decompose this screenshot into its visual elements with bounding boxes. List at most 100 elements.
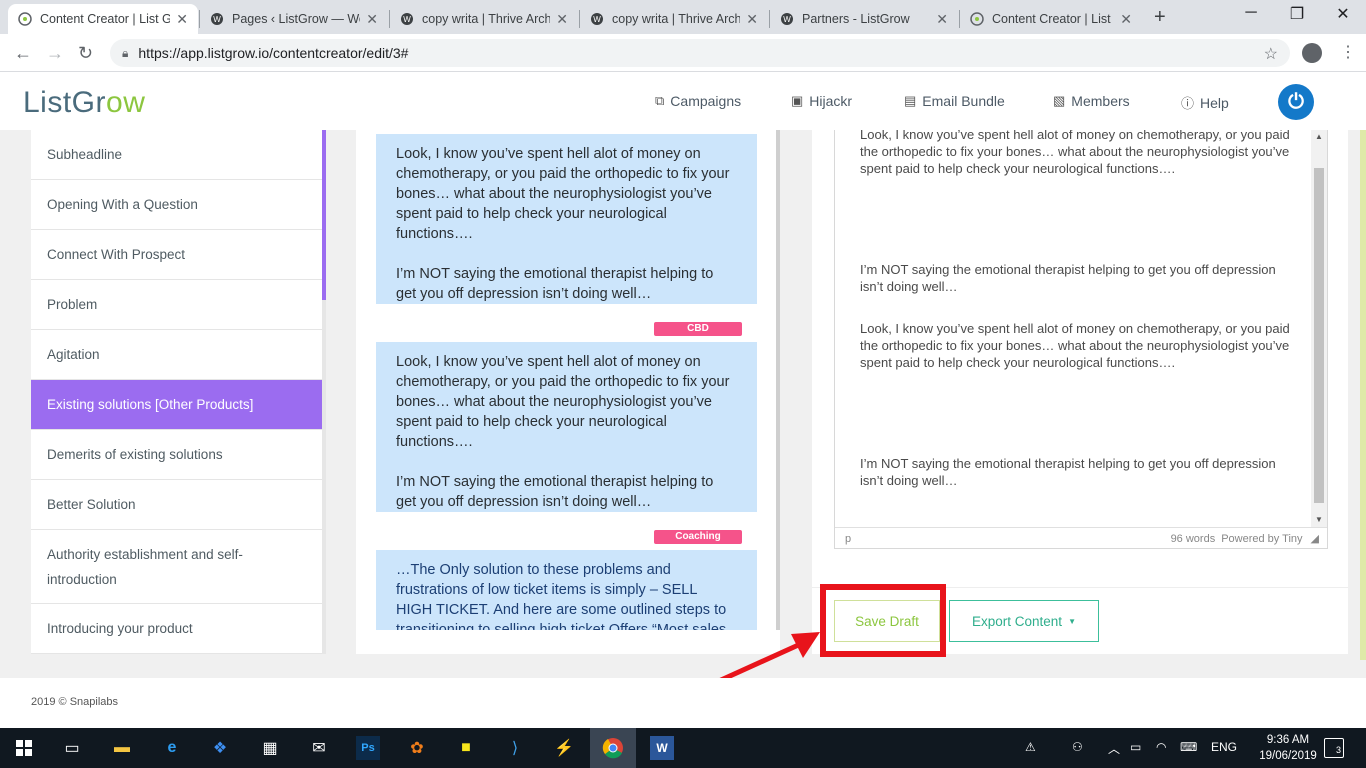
menu-kebab-icon[interactable]: ⋮ (1340, 42, 1356, 62)
reload-icon[interactable]: ↻ (78, 43, 93, 64)
suggestion-bubble[interactable]: Look, I know you’ve spent hell alot of m… (376, 342, 757, 512)
browser-tab[interactable]: W Pages ‹ ListGrow — Wo ✕ (200, 4, 388, 34)
browser-tab[interactable]: Content Creator | List G ✕ (8, 4, 198, 34)
element-path[interactable]: p (845, 533, 851, 545)
close-tab-icon[interactable]: ✕ (556, 11, 568, 28)
browser-tab[interactable]: Content Creator | List G ✕ (960, 4, 1142, 34)
suggestion-bubble[interactable]: …The Only solution to these problems and… (376, 550, 757, 630)
sidebar-item-opening-question[interactable]: Opening With a Question (31, 180, 322, 230)
profile-avatar-icon[interactable] (1302, 43, 1322, 63)
power-icon[interactable]: ⏻ (1278, 84, 1314, 120)
nav-label: Email Bundle (922, 93, 1005, 109)
warning-tray-icon[interactable]: ⚠ (1025, 740, 1036, 754)
scroll-down-arrow-icon[interactable]: ▼ (1315, 515, 1323, 524)
clock-time: 9:36 AM (1266, 734, 1310, 746)
photoshop-icon[interactable]: Ps (356, 736, 380, 760)
people-icon[interactable]: ⚇ (1072, 740, 1083, 754)
tray-expand-icon[interactable]: ︿ (1108, 740, 1120, 757)
nav-email-bundle[interactable]: ▤ Email Bundle (904, 93, 1005, 109)
suggestion-text: I’m NOT saying the emotional therapist h… (396, 266, 714, 302)
close-tab-icon[interactable]: ✕ (746, 11, 758, 28)
sidebar-item-demerits[interactable]: Demerits of existing solutions (31, 430, 322, 480)
editor-scroll-thumb[interactable] (1314, 168, 1324, 503)
minimize-icon[interactable]: ─ (1228, 4, 1274, 22)
bookmark-star-icon[interactable]: ☆ (1264, 44, 1278, 64)
rich-text-editor[interactable]: Look, I know you’ve spent hell alot of m… (834, 130, 1328, 549)
sidebar-item-problem[interactable]: Problem (31, 280, 322, 330)
close-tab-icon[interactable]: ✕ (1120, 11, 1132, 28)
notifications-icon[interactable]: 3 (1324, 738, 1344, 758)
word-count: 96 words (1170, 532, 1216, 545)
editor-statusbar: p 96 words Powered by Tiny ◢ (835, 527, 1327, 548)
windows-start-icon[interactable] (12, 736, 36, 760)
logo-accent-text: ow (106, 86, 146, 119)
sidebar-scroll-thumb[interactable] (322, 130, 326, 300)
forward-icon[interactable]: → (46, 43, 64, 64)
file-explorer-icon[interactable]: ▬ (110, 736, 134, 760)
nav-hijackr[interactable]: ▣ Hijackr (791, 93, 852, 109)
lightning-icon[interactable]: ⚡ (552, 736, 576, 760)
page-scrollbar[interactable] (1360, 130, 1366, 660)
edge-icon[interactable]: e (160, 736, 184, 760)
language-indicator[interactable]: ENG (1211, 740, 1237, 754)
store-icon[interactable]: ▦ (258, 736, 282, 760)
app-header: ListGrow ⧉ Campaigns ▣ Hijackr ▤ Email Bund… (0, 72, 1366, 130)
nav-label: Help (1200, 94, 1229, 111)
close-tab-icon[interactable]: ✕ (176, 11, 188, 28)
back-icon[interactable]: ← (14, 43, 32, 64)
nav-campaigns[interactable]: ⧉ Campaigns (655, 93, 741, 109)
browser-tab[interactable]: W Partners - ListGrow ✕ (770, 4, 958, 34)
vscode-icon[interactable]: ⟩ (503, 736, 527, 760)
sidebar-item-label: Problem (47, 297, 98, 312)
wifi-icon[interactable]: ◠ (1156, 740, 1166, 754)
powered-by-link[interactable]: Powered by Tiny (1221, 533, 1302, 545)
new-tab-button[interactable]: + (1154, 6, 1166, 29)
keyboard-icon[interactable]: ⌨ (1180, 740, 1197, 754)
editor-paragraph[interactable]: Look, I know you’ve spent hell alot of m… (860, 320, 1290, 371)
sidebar-item-authority[interactable]: Authority establishment and self-introdu… (31, 530, 322, 604)
tab-title: copy writa | Thrive Arch (422, 12, 551, 26)
globe-icon (970, 12, 984, 26)
members-icon: ▧ (1053, 93, 1066, 108)
url-field[interactable]: 🔒︎ https://app.listgrow.io/contentcreato… (110, 39, 1290, 67)
suggestion-text: I’m NOT saying the emotional therapist h… (396, 474, 714, 510)
close-tab-icon[interactable]: ✕ (936, 11, 948, 28)
page-footer: 2019 © Snapilabs (0, 678, 1366, 728)
task-view-icon[interactable]: ▭ (60, 736, 84, 760)
close-tab-icon[interactable]: ✕ (366, 11, 378, 28)
window-close-icon[interactable]: ✕ (1320, 4, 1366, 24)
nav-members[interactable]: ▧ Members (1053, 93, 1130, 109)
editor-paragraph[interactable]: I’m NOT saying the emotional therapist h… (860, 261, 1290, 295)
dropbox-icon[interactable]: ❖ (208, 736, 232, 760)
sidebar-item-agitation[interactable]: Agitation (31, 330, 322, 380)
campaigns-icon: ⧉ (655, 93, 665, 108)
caret-down-icon: ▼ (1068, 616, 1076, 626)
tab-title: Content Creator | List G (40, 12, 171, 26)
mail-icon[interactable]: ✉ (307, 736, 331, 760)
suggestion-bubble[interactable]: Look, I know you’ve spent hell alot of m… (376, 134, 757, 304)
system-clock[interactable]: 9:36 AM 19/06/2019 (1258, 732, 1318, 764)
sticky-notes-icon[interactable]: ■ (454, 736, 478, 760)
sidebar-item-introducing-product[interactable]: Introducing your product (31, 604, 322, 654)
nav-help[interactable]: ⓘ Help (1181, 93, 1229, 112)
restore-icon[interactable]: ❐ (1274, 4, 1320, 24)
sidebar-item-existing-solutions[interactable]: Existing solutions [Other Products] (31, 380, 322, 430)
sidebar-item-better-solution[interactable]: Better Solution (31, 480, 322, 530)
browser-tab[interactable]: W copy writa | Thrive Arch ✕ (580, 4, 768, 34)
browser-tab[interactable]: W copy writa | Thrive Arch ✕ (390, 4, 578, 34)
chrome-icon[interactable] (601, 736, 625, 760)
battery-icon[interactable]: ▭ (1130, 740, 1141, 754)
clock-date: 19/06/2019 (1259, 750, 1317, 762)
resize-handle-icon[interactable]: ◢ (1311, 532, 1319, 545)
copyright-text: 2019 © Snapilabs (31, 696, 119, 708)
editor-paragraph[interactable]: I’m NOT saying the emotional therapist h… (860, 455, 1290, 489)
xampp-icon[interactable]: ✿ (405, 736, 429, 760)
suggestions-scrollbar[interactable] (776, 130, 780, 630)
export-content-button[interactable]: Export Content ▼ (949, 600, 1099, 642)
editor-paragraph[interactable]: Look, I know you’ve spent hell alot of m… (860, 130, 1290, 177)
listgrow-logo[interactable]: ListGrow (23, 86, 145, 120)
sidebar-item-connect-prospect[interactable]: Connect With Prospect (31, 230, 322, 280)
scroll-up-arrow-icon[interactable]: ▲ (1315, 132, 1323, 141)
word-icon[interactable]: W (650, 736, 674, 760)
sidebar-item-subheadline[interactable]: Subheadline (31, 130, 322, 180)
